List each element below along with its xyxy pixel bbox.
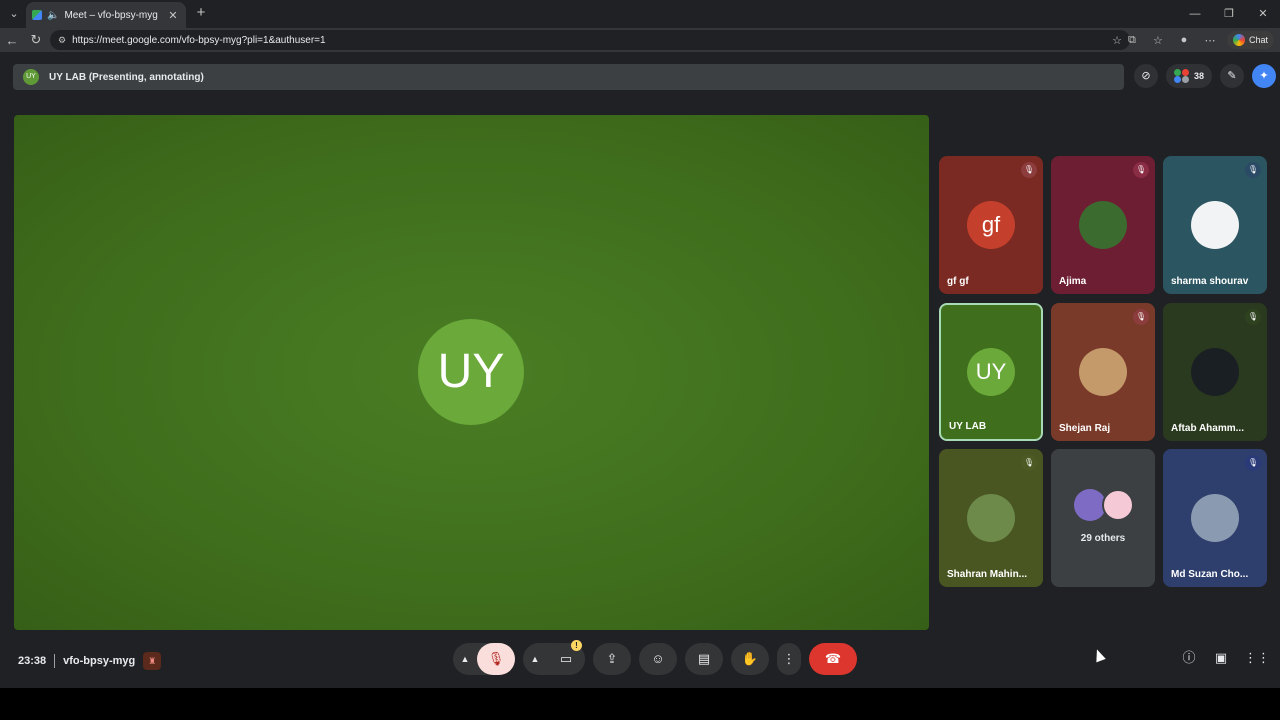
url-text: https://meet.google.com/vfo-bpsy-myg?pli… — [72, 34, 326, 46]
meeting-info: 23:38 vfo-bpsy-myg ♜ — [18, 652, 162, 670]
leave-call-button[interactable]: ☎ — [809, 643, 857, 675]
mic-off-icon: 🎙 — [1245, 309, 1261, 325]
site-info-icon[interactable]: ⚙ — [58, 35, 66, 46]
participant-tile[interactable]: 🎙 Shejan Raj — [1051, 303, 1155, 441]
presenter-label: UY LAB (Presenting, annotating) — [49, 71, 204, 83]
mic-off-icon: 🎙 — [1021, 455, 1037, 471]
browser-toolbar: ⧉ ☆ ● ⋯ Chat — [1123, 30, 1274, 50]
participant-avatar — [1191, 494, 1239, 542]
raise-hand-button[interactable]: ✋ — [731, 643, 769, 675]
audio-options-chevron-icon[interactable]: ▲ — [453, 654, 477, 664]
meet-app: UY UY LAB (Presenting, annotating) ⊘ 38 … — [0, 52, 1280, 688]
meet-favicon-icon — [32, 10, 42, 20]
presentation-bar: UY UY LAB (Presenting, annotating) — [13, 64, 1124, 90]
side-panel-controls: ⓘ ▣ ⋮⋮ — [1180, 649, 1270, 667]
participant-name: Md Suzan Cho... — [1171, 569, 1249, 580]
main-video-stage[interactable]: UY — [14, 115, 929, 630]
favorites-icon[interactable]: ☆ — [1149, 34, 1167, 47]
video-control-group: ▲ ▭! — [523, 640, 585, 675]
minimize-icon[interactable]: — — [1178, 0, 1212, 28]
mic-off-icon: 🎙 — [1245, 455, 1261, 471]
more-menu-icon[interactable]: ⋯ — [1201, 34, 1219, 47]
meet-top-actions: ⊘ 38 ✎ ✦ — [1134, 64, 1277, 88]
chat-label: Chat — [1248, 35, 1268, 45]
meeting-controls-bar: 23:38 vfo-bpsy-myg ♜ ▲ 🎙 ▲ ▭! ⇪ ☺ ▤ ✋ ⋮ … — [0, 640, 1280, 688]
tab-title: Meet – vfo-bpsy-myg — [64, 9, 158, 21]
others-count-label: 29 others — [1080, 533, 1126, 544]
participant-avatar — [967, 494, 1015, 542]
participant-avatar: gf — [967, 201, 1015, 249]
address-bar[interactable]: ⚙ https://meet.google.com/vfo-bpsy-myg?p… — [50, 30, 1130, 50]
back-icon[interactable]: ← — [0, 33, 24, 48]
participant-name: gf gf — [947, 276, 969, 287]
participant-tile[interactable]: 🎙 sharma shourav — [1163, 156, 1267, 294]
camera-toggle-button[interactable]: ▭! — [547, 640, 585, 675]
participant-tile[interactable]: 🎙 Shahran Mahin... — [939, 449, 1043, 587]
restore-icon[interactable]: ❐ — [1212, 0, 1246, 28]
presenter-avatar: UY — [23, 69, 39, 85]
participant-name: Aftab Ahamm... — [1171, 423, 1244, 434]
close-tab-icon[interactable]: ✕ — [166, 9, 180, 22]
participant-name: UY LAB — [949, 421, 987, 432]
browser-tab-strip: ⌄ 🔈 Meet – vfo-bpsy-myg ✕ + — ❐ ✕ — [0, 0, 1280, 28]
host-controls-icon[interactable]: ♜ — [143, 652, 162, 670]
close-window-icon[interactable]: ✕ — [1246, 0, 1280, 28]
gemini-sparkle-icon[interactable]: ✦ — [1252, 64, 1277, 88]
participant-avatar: UY — [967, 348, 1015, 396]
participant-name: Shejan Raj — [1059, 423, 1111, 434]
extensions-icon[interactable]: ⧉ — [1123, 34, 1141, 47]
mic-off-icon: 🎙 — [1133, 309, 1149, 325]
participant-avatar — [1079, 348, 1127, 396]
speaker-icon[interactable]: 🔈 — [47, 10, 59, 21]
call-controls: ▲ 🎙 ▲ ▭! ⇪ ☺ ▤ ✋ ⋮ ☎ — [453, 640, 857, 675]
new-tab-icon[interactable]: + — [192, 4, 210, 22]
reactions-button[interactable]: ☺ — [639, 643, 677, 675]
window-controls: — ❐ ✕ — [1178, 0, 1280, 28]
copilot-chat-button[interactable]: Chat — [1226, 31, 1274, 49]
participant-name: Shahran Mahin... — [947, 569, 1028, 580]
annotate-pen-icon[interactable]: ✎ — [1220, 64, 1245, 88]
video-options-chevron-icon[interactable]: ▲ — [523, 654, 547, 664]
people-button[interactable]: 38 — [1166, 64, 1213, 88]
participant-tile-active-speaker[interactable]: UY UY LAB — [939, 303, 1043, 441]
activities-grid-icon[interactable]: ⋮⋮ — [1244, 649, 1270, 667]
more-options-button[interactable]: ⋮ — [777, 643, 801, 675]
browser-tab[interactable]: 🔈 Meet – vfo-bpsy-myg ✕ — [26, 2, 186, 28]
participant-tile[interactable]: 🎙 Md Suzan Cho... — [1163, 449, 1267, 587]
participant-avatar — [1079, 201, 1127, 249]
address-bar-row: ← ↻ ⚙ https://meet.google.com/vfo-bpsy-m… — [0, 28, 1280, 52]
hide-self-view-icon[interactable]: ⊘ — [1134, 64, 1158, 88]
participant-tile[interactable]: 🎙 Aftab Ahamm... — [1163, 303, 1267, 441]
reload-icon[interactable]: ↻ — [24, 32, 48, 48]
present-screen-button[interactable]: ⇪ — [593, 643, 631, 675]
participant-avatar — [1191, 348, 1239, 396]
participant-tile[interactable]: 🎙 gf gf gf — [939, 156, 1043, 294]
copilot-icon — [1232, 34, 1245, 46]
mic-off-icon: 🎙 — [1021, 162, 1037, 178]
tab-search-icon[interactable]: ⌄ — [4, 4, 24, 24]
captions-button[interactable]: ▤ — [685, 643, 723, 675]
meeting-details-icon[interactable]: ⓘ — [1180, 649, 1198, 667]
participant-name: Ajima — [1059, 276, 1087, 287]
people-icon — [1174, 69, 1190, 83]
main-avatar: UY — [418, 319, 524, 425]
chat-icon[interactable]: ▣ — [1212, 649, 1230, 667]
others-avatar — [1102, 489, 1134, 521]
others-tile[interactable]: 29 others — [1051, 449, 1155, 587]
participant-count: 38 — [1194, 71, 1205, 81]
bookmark-star-icon[interactable]: ☆ — [1112, 34, 1122, 47]
participant-tile[interactable]: 🎙 Ajima — [1051, 156, 1155, 294]
warning-badge-icon: ! — [571, 640, 582, 651]
mic-off-icon: 🎙 — [1245, 162, 1261, 178]
meeting-code: vfo-bpsy-myg — [63, 655, 136, 667]
divider — [54, 654, 56, 668]
participant-name: sharma shourav — [1171, 276, 1249, 287]
participant-avatar — [1191, 201, 1239, 249]
microphone-toggle-button[interactable]: 🎙 — [477, 643, 515, 675]
clock-time: 23:38 — [18, 655, 47, 667]
audio-control-group: ▲ 🎙 — [453, 643, 515, 675]
mic-off-icon: 🎙 — [1133, 162, 1149, 178]
profile-icon[interactable]: ● — [1175, 34, 1193, 46]
